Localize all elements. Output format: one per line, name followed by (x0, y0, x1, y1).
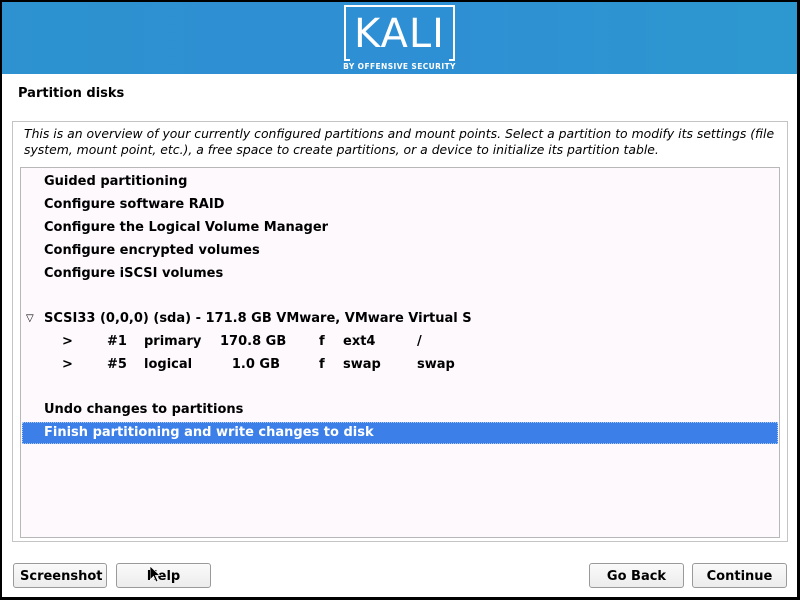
menu-item-label: Configure iSCSI volumes (44, 266, 224, 281)
disk-label: SCSI33 (0,0,0) (sda) - 171.8 GB VMware, … (44, 311, 472, 326)
partition-list[interactable]: Guided partitioning Configure software R… (20, 167, 780, 538)
intro-text: This is an overview of your currently co… (24, 126, 775, 157)
partition-number: #5 (107, 357, 127, 372)
menu-item-encrypted-volumes[interactable]: Configure encrypted volumes (22, 240, 778, 262)
menu-item-label: Configure the Logical Volume Manager (44, 220, 329, 235)
menu-item-label: Guided partitioning (44, 174, 188, 189)
partition-row[interactable]: > #1 primary 170.8 GB f ext4 / (22, 331, 778, 353)
partition-size: 170.8 GB (220, 334, 287, 349)
continue-button[interactable]: Continue (692, 563, 787, 588)
page-title: Partition disks (18, 86, 125, 101)
kali-banner: KALI BY OFFENSIVE SECURITY (2, 2, 797, 74)
mouse-pointer-icon (150, 566, 162, 583)
menu-item-finish-partitioning[interactable]: Finish partitioning and write changes to… (22, 422, 778, 444)
partition-type: logical (144, 357, 193, 372)
menu-item-label: Finish partitioning and write changes to… (44, 425, 374, 440)
go-back-button[interactable]: Go Back (589, 563, 684, 588)
logo-underline-right (449, 59, 455, 61)
partition-size: 1.0 GB (231, 357, 280, 372)
kali-logo-text: KALI (354, 11, 445, 57)
partition-flag: f (319, 334, 325, 349)
menu-item-lvm[interactable]: Configure the Logical Volume Manager (22, 217, 778, 239)
kali-logo-subtitle: BY OFFENSIVE SECURITY (343, 62, 456, 71)
disk-row-sda[interactable]: ▽ SCSI33 (0,0,0) (sda) - 171.8 GB VMware… (22, 308, 778, 330)
partition-row[interactable]: > #5 logical 1.0 GB f swap swap (22, 354, 778, 376)
menu-item-software-raid[interactable]: Configure software RAID (22, 194, 778, 216)
partition-number: #1 (107, 334, 127, 349)
partition-fs: swap (343, 357, 381, 372)
partition-type: primary (144, 334, 202, 349)
partition-mount: / (417, 334, 422, 349)
screenshot-button[interactable]: Screenshot (13, 563, 107, 588)
menu-item-iscsi-volumes[interactable]: Configure iSCSI volumes (22, 263, 778, 285)
menu-item-undo-changes[interactable]: Undo changes to partitions (22, 399, 778, 421)
partition-marker: > (62, 334, 73, 349)
kali-logo-box: KALI (344, 5, 455, 61)
partition-flag: f (319, 357, 325, 372)
menu-item-label: Undo changes to partitions (44, 402, 244, 417)
logo-underline-left (344, 59, 350, 61)
partition-marker: > (62, 357, 73, 372)
menu-item-guided-partitioning[interactable]: Guided partitioning (22, 171, 778, 193)
triangle-down-icon[interactable]: ▽ (26, 308, 34, 330)
menu-item-label: Configure encrypted volumes (44, 243, 260, 258)
menu-item-label: Configure software RAID (44, 197, 225, 212)
help-button[interactable]: Help (116, 563, 211, 588)
partition-fs: ext4 (343, 334, 376, 349)
partition-mount: swap (417, 357, 455, 372)
installer-window: KALI BY OFFENSIVE SECURITY Partition dis… (2, 2, 797, 597)
